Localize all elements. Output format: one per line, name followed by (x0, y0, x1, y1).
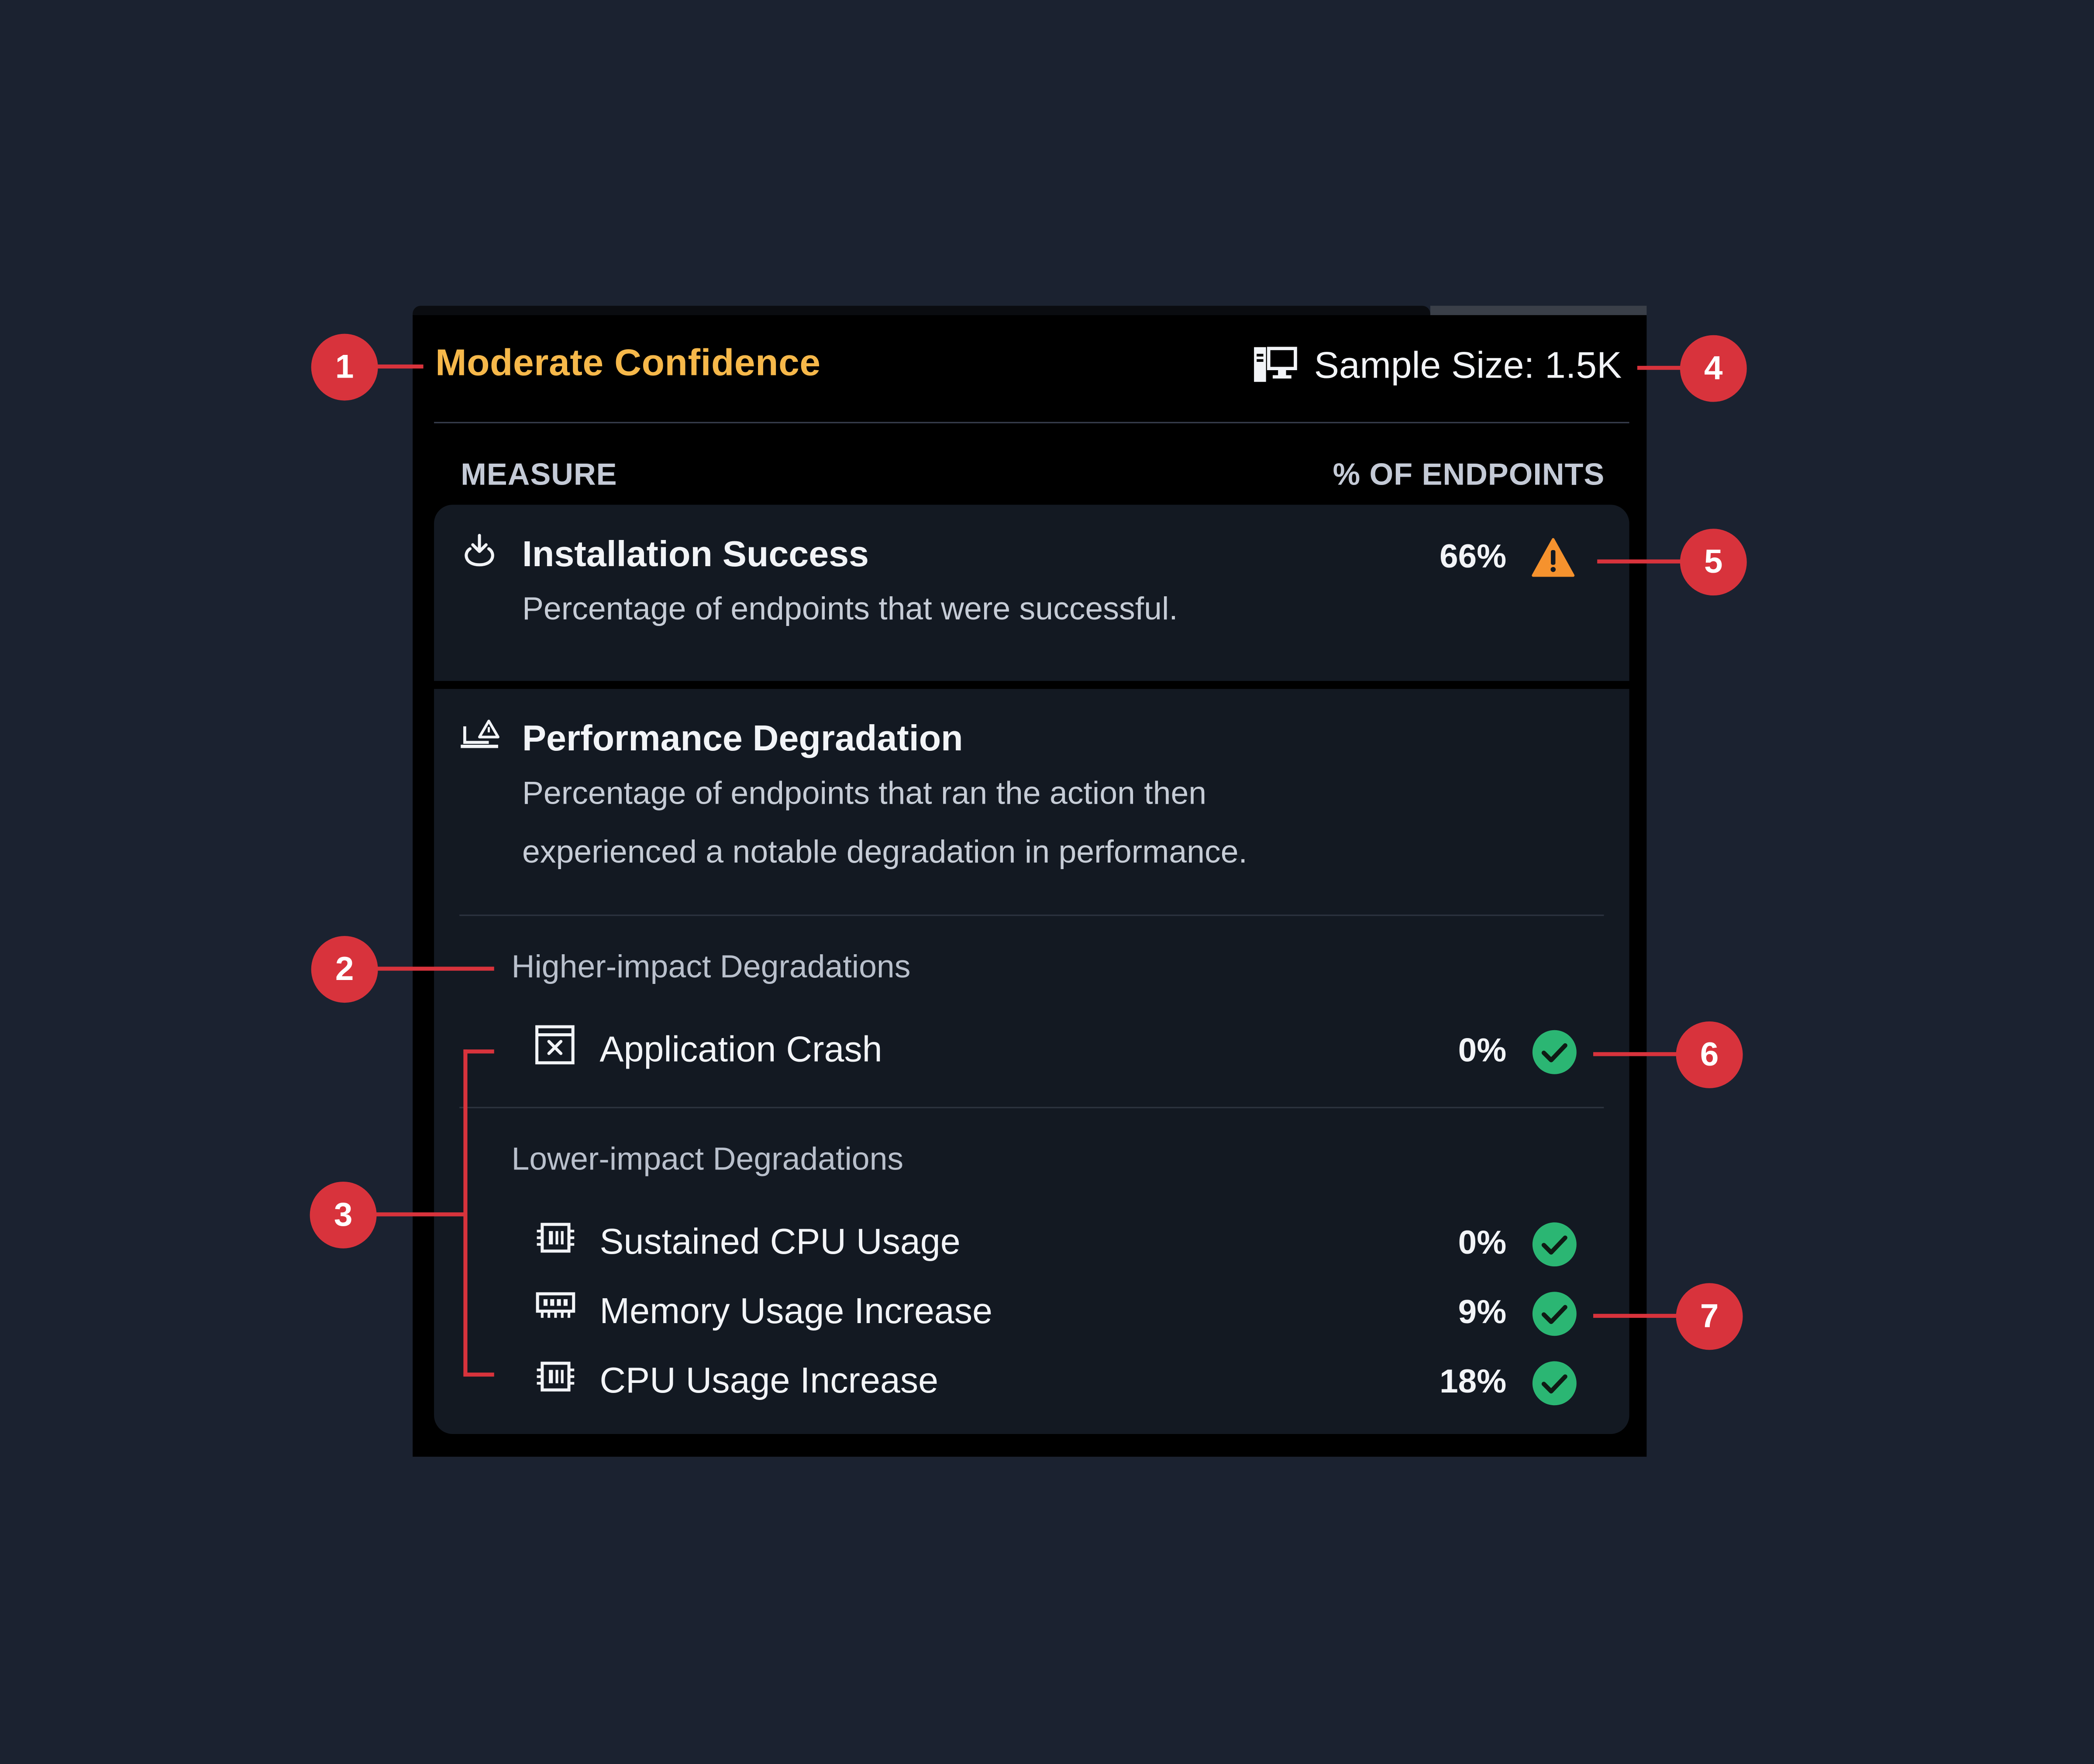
sample-size: Sample Size: 1.5K (1253, 339, 1622, 392)
app-crash-percent: 0% (1458, 1032, 1507, 1070)
memory-percent: 9% (1458, 1293, 1507, 1331)
app-crash-icon (535, 1025, 575, 1065)
callout-line (375, 364, 424, 369)
stage: Moderate Confidence Sample Size: 1.5K ME… (0, 0, 2094, 1764)
installation-percent: 66% (1440, 538, 1507, 576)
sustained-cpu-percent: 0% (1458, 1224, 1507, 1262)
performance-title: Performance Degradation (522, 718, 963, 759)
callout-badge-7: 7 (1676, 1283, 1743, 1350)
callout-badge-5: 5 (1680, 529, 1747, 596)
check-circle-icon (1532, 1361, 1577, 1406)
install-icon (465, 534, 494, 567)
callout-line (375, 966, 494, 971)
callout-line (1593, 1052, 1679, 1056)
laptop-warning-icon (461, 719, 499, 748)
divider (459, 915, 1604, 916)
check-circle-icon (1532, 1292, 1577, 1336)
callout-badge-6: 6 (1676, 1021, 1743, 1088)
header-divider (434, 422, 1629, 423)
cpu-icon (537, 1362, 575, 1392)
callout-line (1597, 559, 1683, 564)
callout-badge-4: 4 (1680, 335, 1747, 402)
confidence-label: Moderate Confidence (435, 342, 821, 383)
callout-badge-2: 2 (311, 936, 378, 1003)
callout-badge-1: 1 (311, 334, 378, 401)
installation-title: Installation Success (522, 534, 869, 574)
memory-label: Memory Usage Increase (599, 1291, 992, 1331)
warning-icon (1532, 538, 1575, 577)
computer-icon (1254, 347, 1297, 382)
callout-bracket-bottom (463, 1372, 494, 1377)
callout-line (375, 1212, 465, 1217)
performance-description-line2: experienced a notable degradation in per… (522, 834, 1247, 871)
column-measure: MEASURE (461, 457, 617, 492)
cpu-icon (537, 1223, 575, 1253)
callout-badge-3: 3 (310, 1181, 377, 1248)
memory-icon (536, 1292, 575, 1318)
app-crash-label: Application Crash (599, 1029, 882, 1070)
sample-size-text: Sample Size: 1.5K (1314, 344, 1622, 386)
column-endpoints: % OF ENDPOINTS (1333, 457, 1605, 492)
installation-description: Percentage of endpoints that were succes… (522, 591, 1178, 628)
higher-impact-heading: Higher-impact Degradations (511, 949, 911, 986)
divider (459, 1107, 1604, 1108)
cpu-increase-label: CPU Usage Increase (599, 1360, 939, 1401)
callout-line (1637, 366, 1683, 370)
check-circle-icon (1532, 1030, 1577, 1074)
sustained-cpu-label: Sustained CPU Usage (599, 1221, 961, 1262)
cpu-increase-percent: 18% (1440, 1363, 1507, 1401)
callout-line (1593, 1314, 1679, 1318)
lower-impact-heading: Lower-impact Degradations (511, 1142, 904, 1178)
performance-description-line1: Percentage of endpoints that ran the act… (522, 776, 1207, 812)
callout-bracket-top (463, 1049, 494, 1054)
check-circle-icon (1532, 1222, 1577, 1267)
